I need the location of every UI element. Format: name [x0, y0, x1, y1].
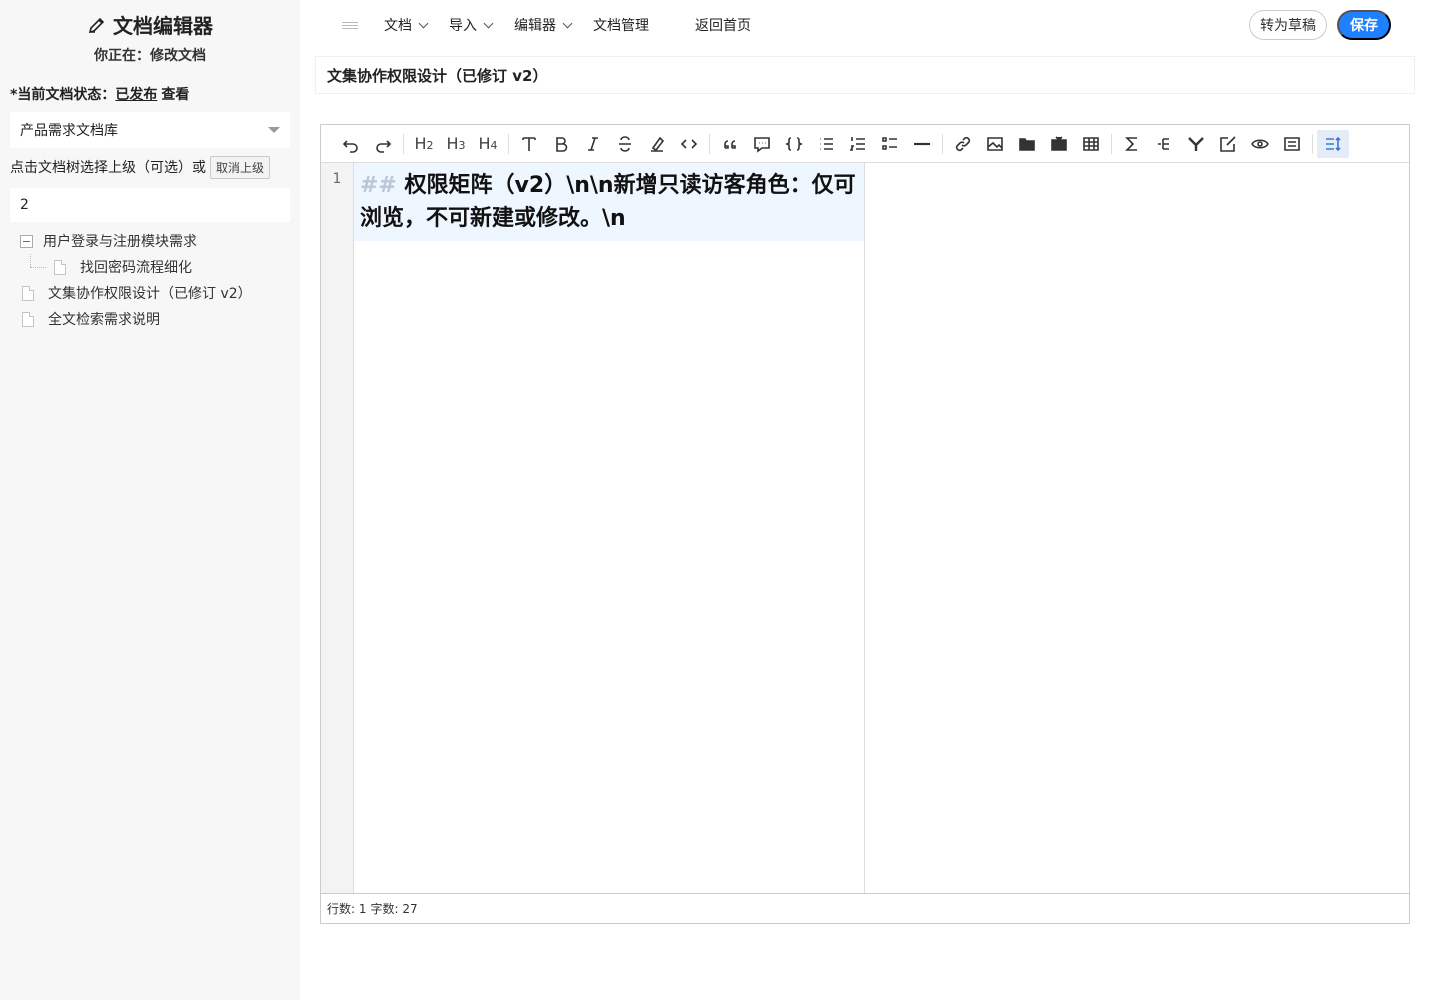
flowchart-icon[interactable]: [1180, 130, 1212, 158]
toolbar-divider: [1111, 133, 1112, 154]
app-title: 文档编辑器: [87, 10, 213, 39]
strikethrough-icon[interactable]: [609, 130, 641, 158]
doc-tree: 用户登录与注册模块需求 找回密码流程细化 文集协作权限设计（已修订 v2） 全文…: [0, 222, 300, 332]
pencil-icon: [88, 17, 105, 33]
table-icon[interactable]: [1075, 130, 1107, 158]
heading4-icon[interactable]: H4: [472, 130, 504, 158]
collapse-icon[interactable]: [20, 234, 33, 248]
bold-icon[interactable]: [545, 130, 577, 158]
video-icon[interactable]: [1043, 130, 1075, 158]
editor-toolbar: H2 H3 H4: [321, 125, 1409, 163]
cancel-parent-button[interactable]: 取消上级: [210, 155, 271, 179]
status-published-link[interactable]: 已发布: [115, 87, 157, 103]
save-button[interactable]: 保存: [1337, 10, 1391, 40]
chevron-down-icon: [562, 18, 573, 28]
chevron-down-icon: [418, 18, 429, 28]
heading2-icon[interactable]: H2: [408, 130, 440, 158]
nav-editor-label: 编辑器: [514, 18, 556, 34]
top-nav: 文档 导入 编辑器 文档管理 返回首页 转为草稿 保存: [300, 0, 1440, 50]
line-count: 行数: 1: [327, 902, 367, 916]
link-icon[interactable]: [947, 130, 979, 158]
code-editor[interactable]: ## 权限矩阵（v2）\n\n新增只读访客角色：仅可浏览，不可新建或修改。\n: [354, 163, 865, 893]
editor-status-bar: 行数: 1 字数: 27: [321, 893, 1409, 923]
tree-connector: [30, 254, 50, 280]
status-label: *当前文档状态：: [10, 87, 116, 103]
view-link[interactable]: 查看: [161, 87, 189, 103]
nav-editor-menu[interactable]: 编辑器: [514, 15, 573, 35]
tree-node-label: 全文检索需求说明: [48, 312, 160, 328]
tree-node-label: 找回密码流程细化: [80, 260, 192, 276]
markdown-editor: H2 H3 H4 1 ## 权限矩阵（v2）\n\n新增只读访客角色：仅可浏览，…: [320, 124, 1410, 924]
tree-node-label: 用户登录与注册模块需求: [43, 234, 197, 250]
italic-icon[interactable]: [577, 130, 609, 158]
undo-icon[interactable]: [335, 130, 367, 158]
quote-icon[interactable]: [714, 130, 746, 158]
heading3-icon[interactable]: H3: [440, 130, 472, 158]
line-number: 1: [332, 171, 342, 187]
inline-code-icon[interactable]: [673, 130, 705, 158]
convert-draft-button[interactable]: 转为草稿: [1249, 10, 1327, 40]
nav-doc-manage[interactable]: 文档管理: [593, 15, 649, 35]
sync-scroll-icon[interactable]: [1317, 129, 1349, 158]
folder-icon[interactable]: [1011, 130, 1043, 158]
nav-doc-menu[interactable]: 文档: [384, 15, 429, 35]
page-subtitle: 你正在：修改文档: [94, 48, 206, 64]
bullet-list-icon[interactable]: [810, 130, 842, 158]
parent-hint: 点击文档树选择上级（可选）或: [10, 160, 206, 176]
tree-node[interactable]: 找回密码流程细化: [20, 254, 280, 280]
library-select-value: 产品需求文档库: [20, 123, 118, 139]
brand: 文档编辑器 你正在：修改文档: [0, 0, 300, 70]
nav-home[interactable]: 返回首页: [695, 15, 751, 35]
horizontal-rule-icon[interactable]: [906, 130, 938, 158]
nav-doc-label: 文档: [384, 18, 412, 34]
sort-order-input[interactable]: 2: [10, 188, 290, 222]
nav-import-menu[interactable]: 导入: [449, 15, 494, 35]
toolbar-divider: [709, 133, 710, 154]
preview-pane: [865, 163, 1409, 893]
char-count: 字数: 27: [370, 902, 418, 916]
nav-import-label: 导入: [449, 18, 477, 34]
checklist-icon[interactable]: [874, 130, 906, 158]
tree-node[interactable]: 文集协作权限设计（已修订 v2）: [20, 280, 280, 306]
editor-panes: 1 ## 权限矩阵（v2）\n\n新增只读访客角色：仅可浏览，不可新建或修改。\…: [321, 163, 1409, 893]
heading-marker: ##: [360, 173, 397, 198]
code-line[interactable]: ## 权限矩阵（v2）\n\n新增只读访客角色：仅可浏览，不可新建或修改。\n: [354, 163, 864, 241]
edit-icon[interactable]: [1212, 130, 1244, 158]
library-select[interactable]: 产品需求文档库: [10, 112, 290, 148]
sort-order-value: 2: [20, 197, 29, 213]
comment-icon[interactable]: [746, 130, 778, 158]
file-icon: [22, 311, 34, 327]
toolbar-divider: [942, 133, 943, 154]
preview-eye-icon[interactable]: [1244, 130, 1276, 158]
toc-icon[interactable]: [1276, 130, 1308, 158]
sidebar: 文档编辑器 你正在：修改文档 *当前文档状态：已发布 查看 产品需求文档库 点击文…: [0, 0, 300, 1000]
code-block-icon[interactable]: [778, 130, 810, 158]
mindmap-icon[interactable]: [1148, 130, 1180, 158]
formula-icon[interactable]: [1116, 130, 1148, 158]
toolbar-divider: [508, 133, 509, 154]
sidebar-toggle-icon[interactable]: [342, 17, 358, 33]
doc-title-input[interactable]: 文集协作权限设计（已修订 v2）: [315, 56, 1415, 94]
image-icon[interactable]: [979, 130, 1011, 158]
file-icon: [22, 285, 34, 301]
app-title-text: 文档编辑器: [113, 14, 213, 38]
code-line-text: 权限矩阵（v2）\n\n新增只读访客角色：仅可浏览，不可新建或修改。\n: [360, 173, 856, 231]
parent-hint-row: 点击文档树选择上级（可选）或 取消上级: [0, 148, 300, 179]
file-icon: [54, 259, 66, 275]
tree-node[interactable]: 全文检索需求说明: [20, 306, 280, 332]
doc-status: *当前文档状态：已发布 查看: [0, 70, 300, 106]
highlight-icon[interactable]: [641, 130, 673, 158]
toolbar-divider: [403, 133, 404, 154]
line-number-gutter: 1: [321, 163, 354, 893]
redo-icon[interactable]: [367, 130, 399, 158]
ordered-list-icon[interactable]: [842, 130, 874, 158]
font-size-icon[interactable]: [513, 130, 545, 158]
tree-node-label: 文集协作权限设计（已修订 v2）: [48, 286, 252, 302]
tree-node[interactable]: 用户登录与注册模块需求: [20, 228, 280, 254]
toolbar-divider: [1312, 133, 1313, 154]
caret-down-icon: [268, 127, 280, 133]
doc-title-value: 文集协作权限设计（已修订 v2）: [327, 66, 548, 85]
chevron-down-icon: [483, 18, 494, 28]
